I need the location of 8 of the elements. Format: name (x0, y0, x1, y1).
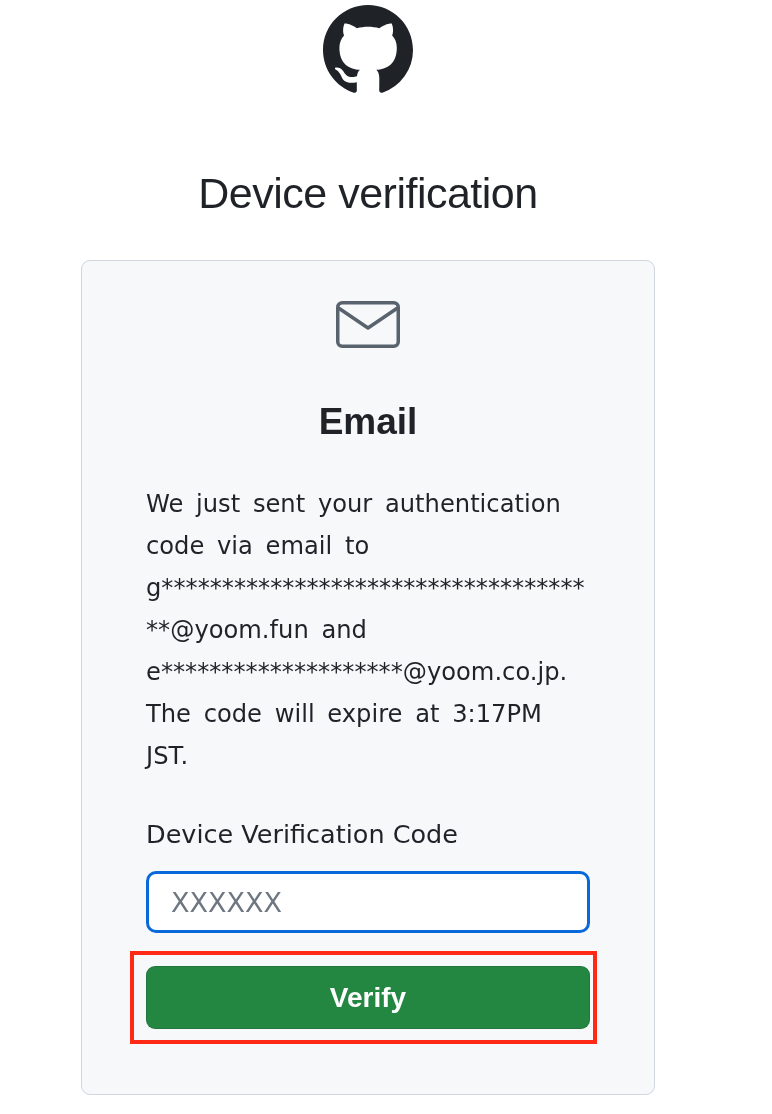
envelope-icon (336, 301, 400, 348)
verify-button[interactable]: Verify (146, 966, 590, 1029)
field-label: Device Verification Code (146, 818, 458, 851)
section-heading: Email (318, 400, 418, 444)
message-text: We just sent your authentication code via email to g*************************************@yoom.fun and e********************@yoom.co.jp. The code will expire at 3:17PM JST. (146, 489, 586, 772)
page-title: Device verification (198, 168, 538, 219)
cat-logo-icon (323, 5, 413, 95)
code-input-field[interactable]: XXXXXX (146, 871, 590, 933)
